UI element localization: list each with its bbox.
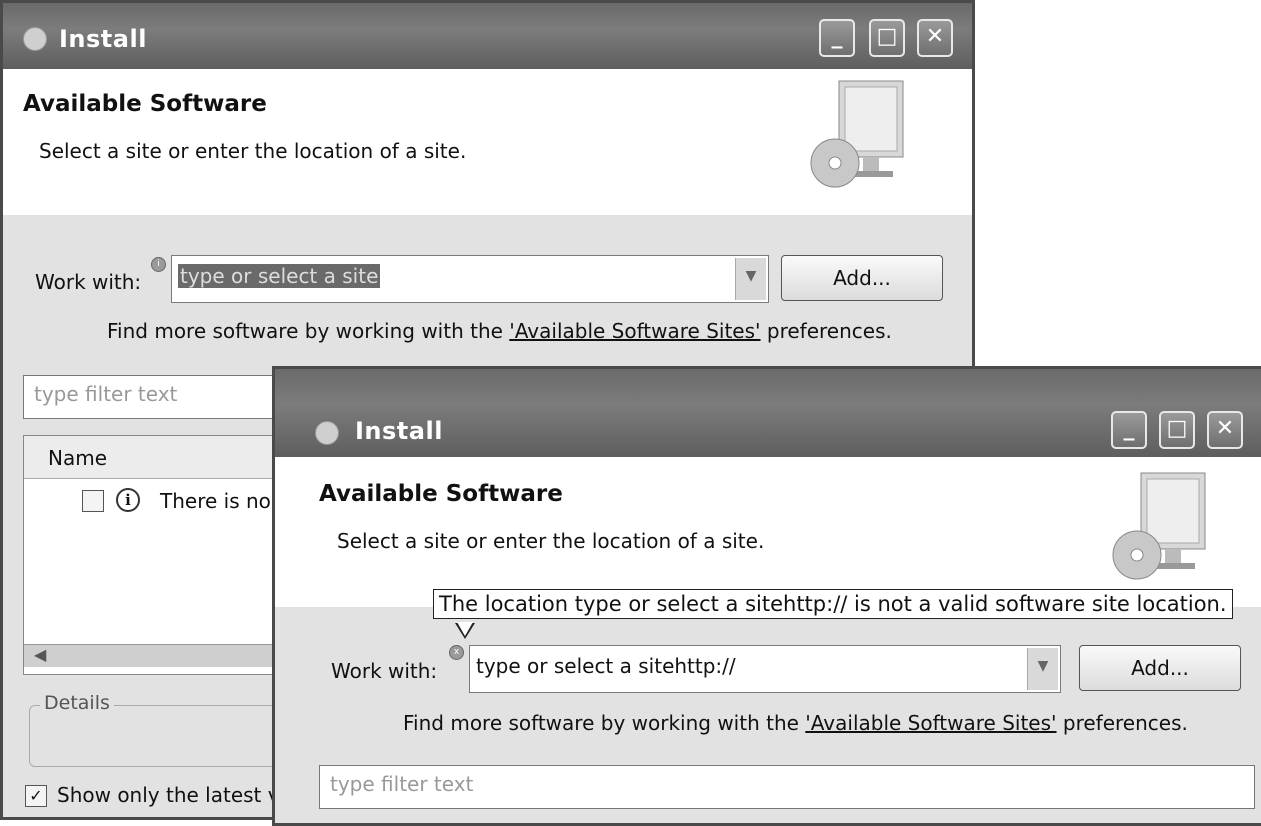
title-bar[interactable]: Install _ □ ✕ xyxy=(275,369,1261,457)
scroll-left-icon[interactable]: ◀ xyxy=(34,645,46,664)
tooltip-pointer xyxy=(455,622,475,639)
work-with-text: type or select a sitehttp:// xyxy=(476,654,736,678)
maximize-icon[interactable]: □ xyxy=(869,19,905,57)
add-site-button[interactable]: Add... xyxy=(1079,645,1241,691)
show-latest-label: Show only the latest v xyxy=(57,783,280,807)
chevron-down-icon[interactable]: ▼ xyxy=(1027,648,1058,690)
page-description: Select a site or enter the location of a… xyxy=(39,139,467,163)
work-with-combo[interactable]: type or select a sitehttp:// ▼ xyxy=(469,645,1061,693)
filter-input[interactable]: type filter text xyxy=(319,765,1255,809)
wizard-body: Work with: x type or select a sitehttp:/… xyxy=(275,607,1261,823)
work-with-text: type or select a site xyxy=(178,264,381,288)
window-title: Install xyxy=(355,417,443,445)
minimize-icon[interactable]: _ xyxy=(1111,411,1147,449)
window-title: Install xyxy=(59,25,147,53)
monitor-cd-icon xyxy=(810,80,904,188)
available-software-sites-link[interactable]: 'Available Software Sites' xyxy=(509,319,760,343)
minimize-icon[interactable]: _ xyxy=(819,19,855,57)
work-with-combo[interactable]: type or select a site ▼ xyxy=(171,255,769,303)
close-icon[interactable]: ✕ xyxy=(917,19,953,57)
chevron-down-icon[interactable]: ▼ xyxy=(735,258,766,300)
column-name[interactable]: Name xyxy=(48,446,107,470)
eclipse-icon xyxy=(315,421,339,445)
info-decoration-icon: i xyxy=(151,257,166,272)
install-dialog-front: Install _ □ ✕ Available Software Select … xyxy=(272,366,1261,826)
maximize-icon[interactable]: □ xyxy=(1159,411,1195,449)
close-icon[interactable]: ✕ xyxy=(1207,411,1243,449)
page-title: Available Software xyxy=(319,481,563,507)
page-title: Available Software xyxy=(23,91,267,117)
work-with-label: Work with: xyxy=(331,659,438,683)
show-latest-checkbox[interactable]: ✓ xyxy=(25,785,47,807)
wizard-header: Available Software Select a site or ente… xyxy=(275,457,1261,608)
validation-tooltip: The location type or select a sitehttp:/… xyxy=(433,589,1233,619)
wizard-header: Available Software Select a site or ente… xyxy=(3,69,972,216)
row-checkbox[interactable] xyxy=(82,490,104,512)
title-bar[interactable]: Install _ □ ✕ xyxy=(3,3,972,69)
eclipse-icon xyxy=(23,27,47,51)
work-with-label: Work with: xyxy=(35,270,142,294)
monitor-cd-icon xyxy=(1112,472,1206,580)
find-more-text: Find more software by working with the '… xyxy=(403,711,1188,735)
info-icon: i xyxy=(116,488,140,512)
details-label: Details xyxy=(40,692,114,714)
add-site-button[interactable]: Add... xyxy=(781,255,943,301)
find-more-text: Find more software by working with the '… xyxy=(107,319,892,343)
page-description: Select a site or enter the location of a… xyxy=(337,529,765,553)
error-decoration-icon: x xyxy=(449,645,464,660)
available-software-sites-link[interactable]: 'Available Software Sites' xyxy=(805,711,1056,735)
